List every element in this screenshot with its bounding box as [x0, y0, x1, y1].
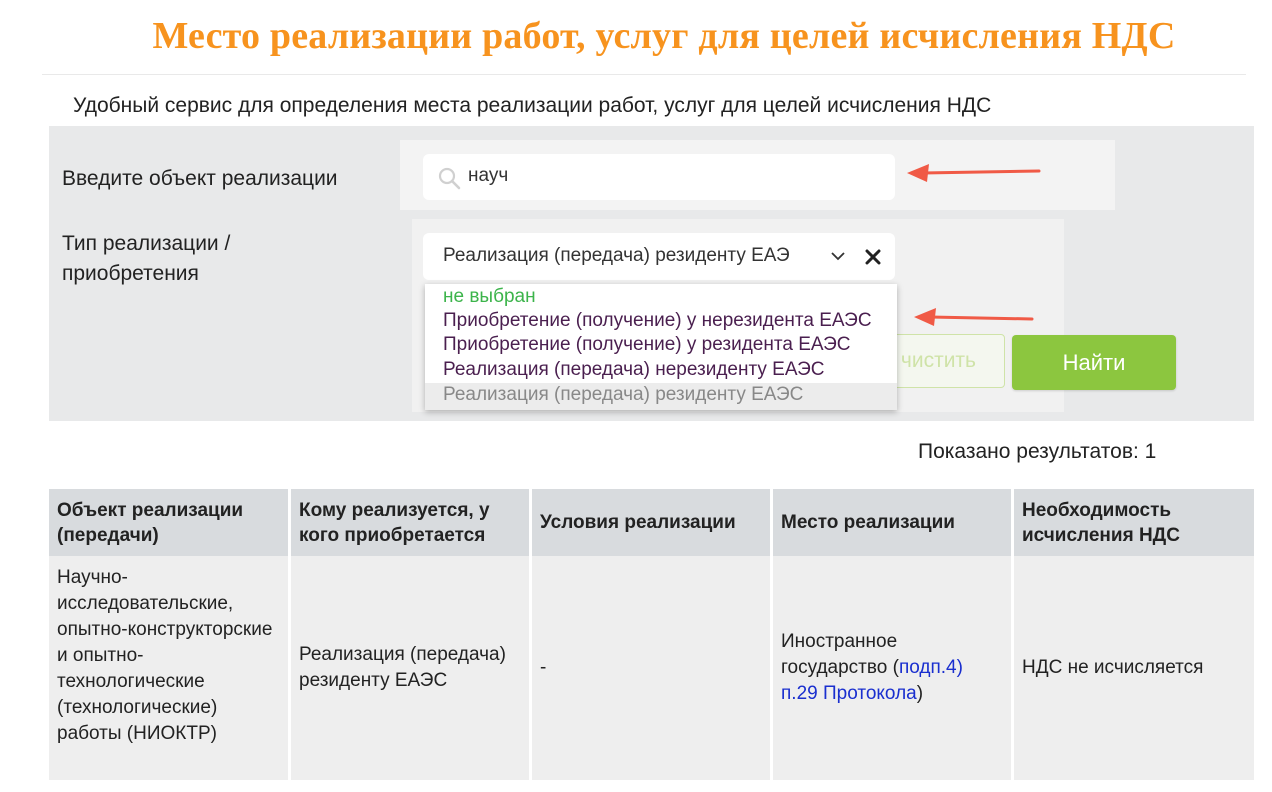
close-icon[interactable] [863, 247, 883, 267]
chevron-down-icon[interactable] [829, 249, 847, 263]
table-row: Научно-исследовательские, опытно-констру… [49, 556, 1254, 780]
cell-object: Научно-исследовательские, опытно-констру… [49, 556, 288, 780]
column-header: Место реализации [773, 489, 1011, 556]
column-header: Кому реализуется, у кого приобретается [291, 489, 529, 556]
cell-place: Иностранное государство (подп.4) п.29 Пр… [773, 556, 1011, 780]
page-title: Место реализации работ, услуг для целей … [152, 15, 1176, 57]
type-label: Тип реализации / приобретения [62, 232, 231, 285]
column-header: Условия реализации [532, 489, 770, 556]
cell-conditions: - [532, 556, 770, 780]
type-select-value: Реализация (передача) резиденту ЕАЭ [443, 245, 790, 266]
find-button[interactable]: Найти [1012, 335, 1176, 390]
search-value: науч [468, 165, 509, 186]
dropdown-option[interactable]: Приобретение (получение) у резидента ЕАЭ… [443, 333, 851, 357]
cell-vat: НДС не исчисляется [1014, 556, 1254, 780]
results-count: Показано результатов: 1 [918, 440, 1157, 463]
cell-whom: Реализация (передача) резиденту ЕАЭС [291, 556, 529, 780]
column-header: Объект реализации (передачи) [49, 489, 288, 556]
results-table: Объект реализации (передачи) Кому реализ… [46, 489, 1257, 780]
dropdown-option[interactable]: не выбран [443, 285, 536, 309]
type-dropdown-list: не выбран Приобретение (получение) у нер… [425, 284, 897, 410]
results-table-container: Объект реализации (передачи) Кому реализ… [49, 489, 1254, 780]
table-header-row: Объект реализации (передачи) Кому реализ… [49, 489, 1254, 556]
dropdown-option[interactable]: Реализация (передача) резиденту ЕАЭС [443, 383, 803, 407]
search-icon [438, 167, 461, 190]
object-label: Введите объект реализации [62, 167, 338, 190]
annotation-arrow-icon [914, 308, 1034, 326]
place-close: ) [916, 683, 924, 704]
annotation-arrow-icon [907, 164, 1041, 182]
title-divider [42, 74, 1246, 75]
page-subtitle: Удобный сервис для определения места реа… [73, 94, 992, 117]
dropdown-option[interactable]: Реализация (передача) нерезиденту ЕАЭС [443, 358, 824, 382]
dropdown-option[interactable]: Приобретение (получение) у нерезидента Е… [443, 309, 872, 333]
place-text: Иностранное государство ( [781, 631, 899, 678]
column-header: Необходимость исчисления НДС [1014, 489, 1254, 556]
